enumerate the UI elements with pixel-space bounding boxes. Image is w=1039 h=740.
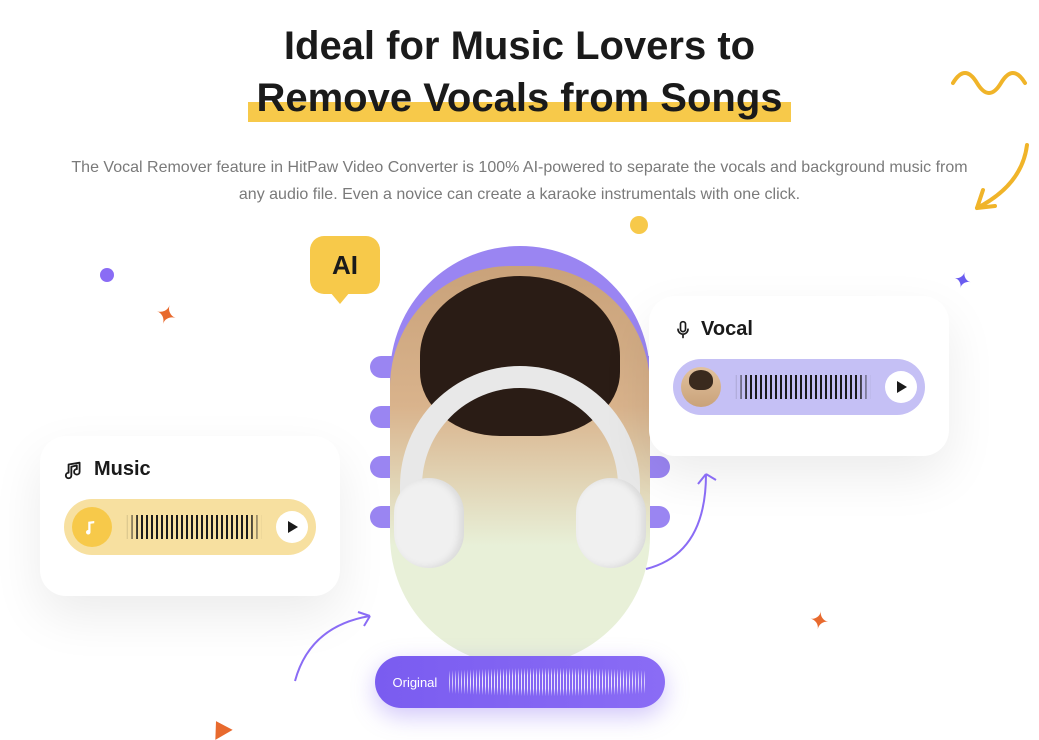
ai-badge: AI <box>310 236 380 294</box>
heading-line-2-text: Remove Vocals from Songs <box>256 76 782 120</box>
triangle-icon <box>207 716 232 740</box>
vocal-track-pill <box>673 359 925 415</box>
wavy-line-icon <box>951 58 1031 98</box>
microphone-icon <box>673 319 693 341</box>
original-label: Original <box>393 675 438 690</box>
dot-icon <box>630 216 648 234</box>
music-title-text: Music <box>94 458 151 481</box>
play-button[interactable] <box>885 371 917 403</box>
original-audio-pill: Original <box>375 656 665 708</box>
arrow-doodle-icon <box>967 140 1037 220</box>
music-track-pill <box>64 499 316 555</box>
ai-badge-text: AI <box>332 250 358 281</box>
waveform-icon <box>126 515 262 539</box>
dot-icon <box>100 268 114 282</box>
heading-line-2: Remove Vocals from Songs <box>256 72 782 124</box>
music-card-title: Music <box>64 458 316 481</box>
vocal-card: Vocal <box>649 296 949 456</box>
music-card: Music <box>40 436 340 596</box>
person-photo <box>390 266 650 666</box>
music-avatar-icon <box>72 507 112 547</box>
waveform-icon <box>735 375 871 399</box>
vocal-avatar-icon <box>681 367 721 407</box>
arrow-curve-icon <box>280 606 380 696</box>
page-description: The Vocal Remover feature in HitPaw Vide… <box>60 154 980 208</box>
waveform-icon <box>449 668 646 696</box>
sparkle-icon: ✦ <box>807 606 832 638</box>
page-heading: Ideal for Music Lovers to Remove Vocals … <box>0 0 1039 124</box>
vocal-card-title: Vocal <box>673 318 925 341</box>
music-note-icon <box>64 459 86 481</box>
vocal-title-text: Vocal <box>701 318 753 341</box>
heading-line-1: Ideal for Music Lovers to <box>0 20 1039 72</box>
arrow-curve-icon <box>631 454 721 574</box>
play-button[interactable] <box>276 511 308 543</box>
headphones-icon <box>400 366 640 506</box>
